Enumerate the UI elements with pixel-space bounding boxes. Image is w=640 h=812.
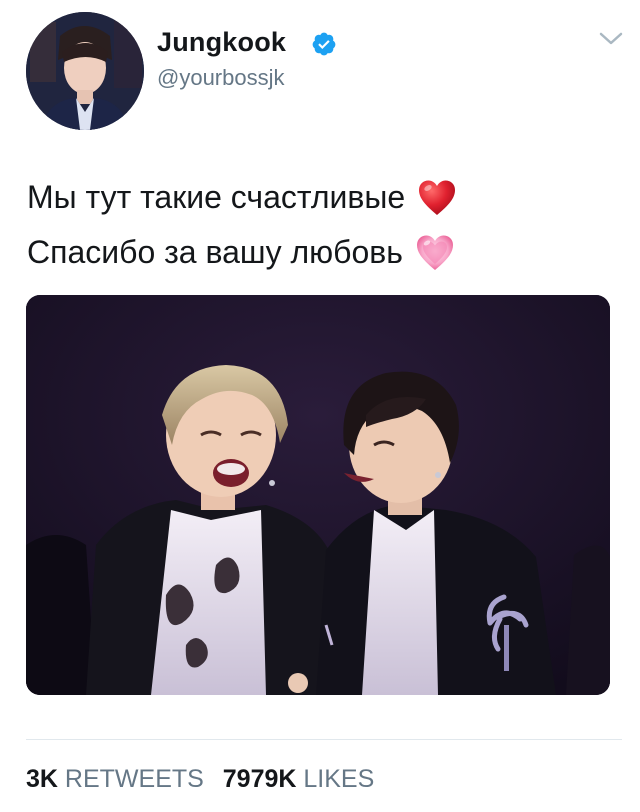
tweet-text-line-content: Мы тут такие счастливые xyxy=(27,179,406,215)
retweets-count[interactable]: 3K xyxy=(26,765,58,793)
growing-heart-icon xyxy=(416,235,453,270)
photo-illustration xyxy=(26,295,610,695)
red-heart-icon xyxy=(419,180,456,215)
user-handle[interactable]: @yourbossjk xyxy=(157,65,285,91)
tweet-text: Мы тут такие счастливые Спасибо за вашу … xyxy=(27,170,617,280)
display-name[interactable]: Jungkook xyxy=(157,27,286,58)
profile-avatar[interactable] xyxy=(26,12,144,130)
tweet-text-line-content: Спасибо за вашу любовь xyxy=(27,234,403,270)
tweet-header: Jungkook @yourbossjk xyxy=(0,0,640,140)
tweet-text-line: Спасибо за вашу любовь xyxy=(27,225,617,280)
chevron-down-icon[interactable] xyxy=(598,30,624,48)
tweet-text-line: Мы тут такие счастливые xyxy=(27,170,617,225)
verified-badge-icon xyxy=(312,32,336,56)
likes-label[interactable]: LIKES xyxy=(303,765,374,793)
tweet-photo[interactable] xyxy=(26,295,610,695)
divider xyxy=(26,739,622,740)
tweet-stats: 3K RETWEETS 7979K LIKES xyxy=(26,765,386,794)
retweets-label[interactable]: RETWEETS xyxy=(65,765,204,793)
likes-count[interactable]: 7979K xyxy=(223,765,297,793)
